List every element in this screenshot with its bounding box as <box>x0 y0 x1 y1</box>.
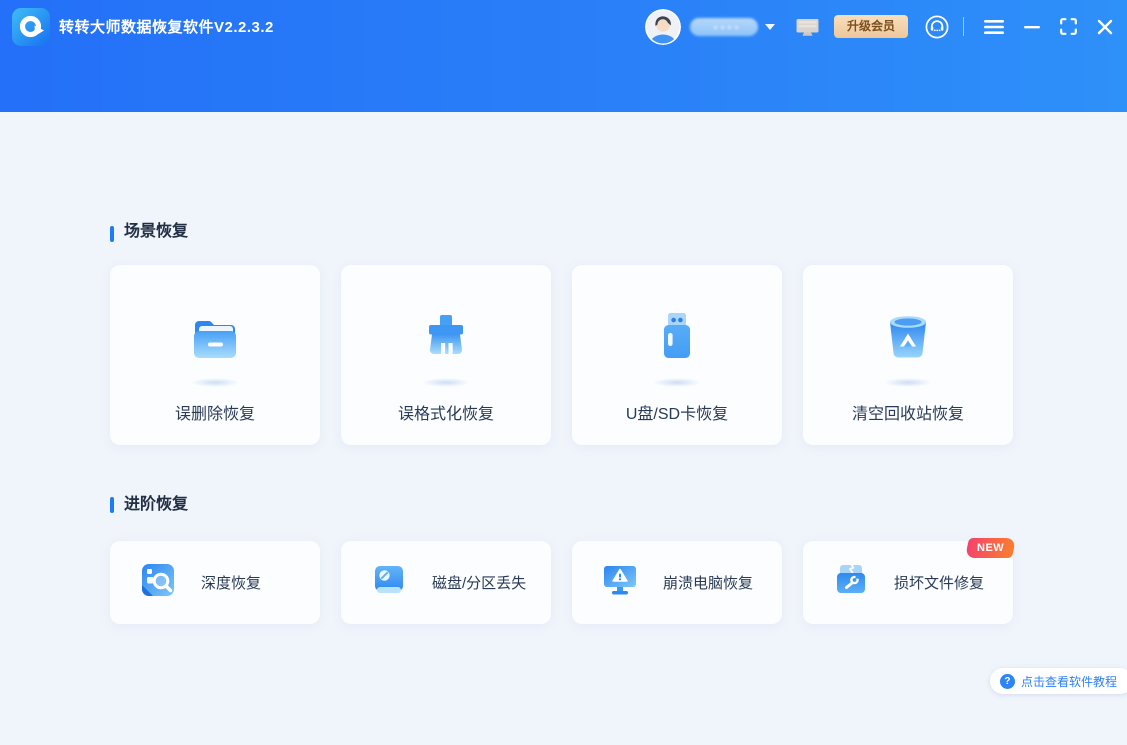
card-disk-partition-lost[interactable]: 磁盘/分区丢失 <box>341 541 551 624</box>
section-accent-bar <box>110 226 114 242</box>
card-recycle-bin-recovery[interactable]: 清空回收站恢复 <box>803 265 1013 445</box>
broken-file-wrench-icon <box>831 560 871 605</box>
deep-scan-magnifier-icon <box>138 560 178 605</box>
section-header-scene: 场景恢复 <box>110 112 1127 242</box>
folder-icon <box>183 305 247 374</box>
titlebar: 转转大师数据恢复软件V2.2.3.2 升级会员 <box>0 0 1127 112</box>
section-title: 场景恢复 <box>124 223 189 240</box>
tutorial-link[interactable]: ? 点击查看软件教程 <box>989 668 1127 694</box>
user-avatar[interactable] <box>644 8 681 45</box>
username-blurred[interactable] <box>689 17 758 36</box>
card-deep-recovery[interactable]: 深度恢复 <box>110 541 320 624</box>
card-label: 误删除恢复 <box>174 406 255 423</box>
section-accent-bar <box>110 497 114 513</box>
customer-service-headset-icon[interactable] <box>924 14 950 40</box>
maximize-icon[interactable] <box>1060 18 1077 35</box>
crashed-monitor-icon <box>600 560 640 605</box>
card-damaged-file-repair[interactable]: 损坏文件修复 NEW <box>803 538 1017 624</box>
card-usb-sd-recovery[interactable]: U盘/SD卡恢复 <box>572 265 782 445</box>
icon-shadow <box>191 378 239 387</box>
app-logo-icon <box>12 7 50 46</box>
card-crashed-computer-recovery[interactable]: 崩溃电脑恢复 <box>572 541 782 624</box>
usb-drive-icon <box>645 305 709 374</box>
card-label: U盘/SD卡恢复 <box>625 406 729 423</box>
card-accidental-deletion-recovery[interactable]: 误删除恢复 <box>110 265 320 445</box>
question-mark-icon: ? <box>999 673 1015 689</box>
card-label: 磁盘/分区丢失 <box>432 575 527 592</box>
card-label: 崩溃电脑恢复 <box>663 575 754 592</box>
app-title: 转转大师数据恢复软件V2.2.3.2 <box>59 19 274 36</box>
chevron-down-icon[interactable] <box>764 23 775 30</box>
icon-shadow <box>422 378 470 387</box>
menu-hamburger-icon[interactable] <box>984 19 1004 35</box>
icon-shadow <box>653 378 701 387</box>
card-accidental-format-recovery[interactable]: 误格式化恢复 <box>341 265 551 445</box>
card-label: 误格式化恢复 <box>397 406 494 423</box>
recycle-bin-icon <box>876 305 940 374</box>
tutorial-label: 点击查看软件教程 <box>1020 674 1117 689</box>
upgrade-membership-button[interactable]: 升级会员 <box>833 15 908 38</box>
main-content: 场景恢复 误删除恢复 误格式化恢复 U盘/SD卡恢复 清空回收站恢复 进阶恢复 … <box>0 112 1127 624</box>
monitor-icon[interactable] <box>796 17 819 37</box>
scene-card-grid: 误删除恢复 误格式化恢复 U盘/SD卡恢复 清空回收站恢复 <box>110 265 1127 445</box>
icon-shadow <box>884 378 932 387</box>
section-header-advanced: 进阶恢复 <box>110 495 1127 515</box>
disk-error-icon <box>369 560 409 605</box>
card-label: 损坏文件修复 <box>894 575 985 592</box>
minimize-icon[interactable] <box>1024 19 1040 35</box>
card-label: 清空回收站恢复 <box>851 406 964 423</box>
close-icon[interactable] <box>1097 19 1113 35</box>
app-window: 转转大师数据恢复软件V2.2.3.2 升级会员 场景恢复 误删除恢复 误格式化恢… <box>0 0 1127 745</box>
card-label: 深度恢复 <box>201 575 262 592</box>
titlebar-divider <box>963 17 964 36</box>
brush-icon <box>414 305 478 374</box>
section-title: 进阶恢复 <box>124 496 189 513</box>
advanced-card-grid: 深度恢复 磁盘/分区丢失 崩溃电脑恢复 损坏文件修复 NEW <box>110 538 1127 624</box>
new-badge: NEW <box>964 538 1017 558</box>
